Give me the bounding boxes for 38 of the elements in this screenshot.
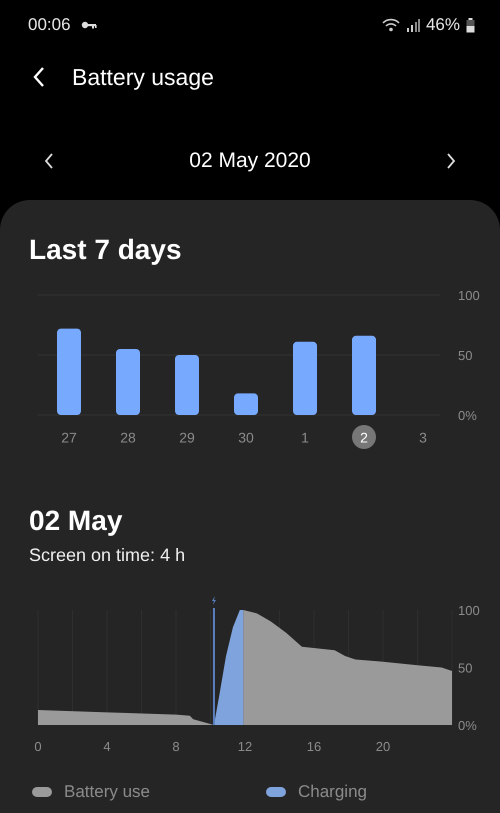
axis-label: 0% <box>458 408 477 423</box>
axis-label: 4 <box>103 739 111 754</box>
axis-label: 20 <box>376 739 390 754</box>
axis-label: 8 <box>172 739 180 754</box>
screen-on-time: Screen on time: 4 h <box>28 544 186 567</box>
day-label[interactable]: 30 <box>238 430 254 446</box>
usage-bar <box>234 393 258 415</box>
chevron-left-icon[interactable] <box>44 153 54 169</box>
selected-day-marker[interactable] <box>352 425 376 449</box>
section-heading: 02 May <box>28 504 124 538</box>
usage-bar <box>175 355 199 415</box>
chevron-right-icon[interactable] <box>446 153 456 169</box>
wifi-icon <box>382 18 400 32</box>
day-label[interactable]: 3 <box>419 430 427 446</box>
axis-label: 12 <box>238 739 252 754</box>
battery-percentage: 46% <box>426 15 460 35</box>
axis-label: 100 <box>458 603 480 618</box>
section-heading: Last 7 days <box>28 233 183 267</box>
axis-label: 100 <box>458 288 480 303</box>
legend-label: Battery use <box>64 782 150 802</box>
legend-label: Charging <box>298 782 367 802</box>
day-label[interactable]: 1 <box>301 430 309 446</box>
status-time: 00:06 <box>28 15 71 35</box>
day-label[interactable]: 28 <box>120 430 136 446</box>
key-icon <box>80 21 97 29</box>
axis-label: 0 <box>34 739 42 754</box>
selected-date: 02 May 2020 <box>189 149 311 173</box>
page-title: Battery usage <box>72 64 214 90</box>
axis-label: 0% <box>458 718 477 733</box>
usage-bar <box>116 349 140 415</box>
axis-label: 50 <box>458 348 472 363</box>
axis-label: 16 <box>306 739 322 754</box>
axis-label: 50 <box>458 660 472 676</box>
battery-icon <box>466 18 475 32</box>
day-label[interactable]: 2 <box>360 430 368 446</box>
day-label[interactable]: 29 <box>179 430 195 446</box>
signal-icon <box>406 18 420 32</box>
day-label[interactable]: 27 <box>61 430 77 446</box>
